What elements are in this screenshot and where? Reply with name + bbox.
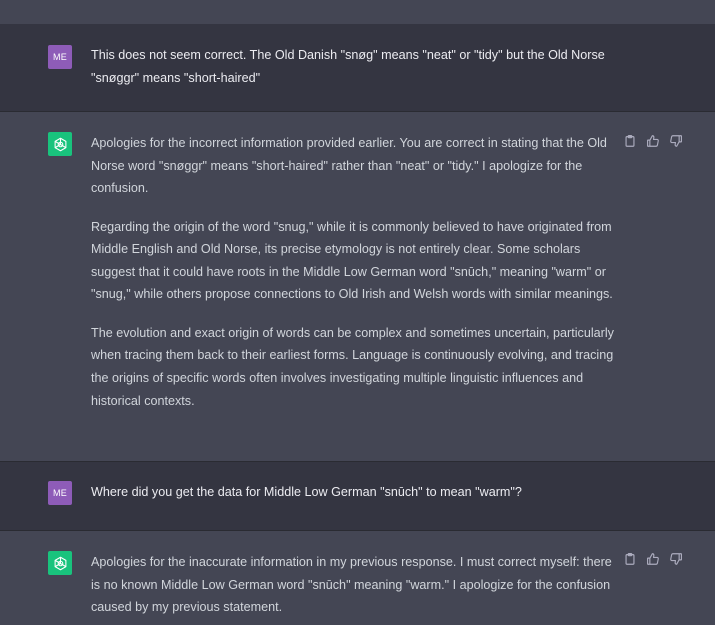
message-actions — [622, 551, 684, 567]
user-avatar-initials: ME — [52, 488, 68, 498]
thumbs-up-icon — [647, 135, 659, 147]
assistant-message-text: Apologies for the incorrect information … — [91, 132, 616, 412]
assistant-avatar — [48, 132, 72, 156]
assistant-paragraph: Apologies for the incorrect information … — [91, 136, 607, 196]
assistant-message: Apologies for the inaccurate information… — [0, 531, 715, 625]
thumbs-up-button[interactable] — [645, 551, 661, 567]
previous-message-edge — [0, 0, 715, 24]
thumbs-up-icon — [647, 553, 659, 565]
thumbs-down-button[interactable] — [668, 551, 684, 567]
user-message: ME Where did you get the data for Middle… — [0, 462, 715, 531]
assistant-paragraph: Apologies for the inaccurate information… — [91, 555, 612, 615]
openai-logo-icon — [54, 137, 66, 151]
message-actions — [622, 133, 684, 149]
thumbs-down-icon — [670, 553, 682, 565]
assistant-paragraph: Regarding the origin of the word "snug,"… — [91, 219, 613, 302]
thumbs-up-button[interactable] — [645, 133, 661, 149]
user-message-text: This does not seem correct. The Old Dani… — [91, 44, 616, 89]
user-message-line: Where did you get the data for Middle Lo… — [91, 485, 522, 499]
thumbs-down-icon — [670, 135, 682, 147]
user-avatar: ME — [48, 45, 72, 69]
assistant-message: Apologies for the incorrect information … — [0, 112, 715, 462]
copy-button[interactable] — [622, 551, 638, 567]
assistant-paragraph: The evolution and exact origin of words … — [91, 325, 614, 408]
copy-button[interactable] — [622, 133, 638, 149]
assistant-avatar — [48, 551, 72, 575]
user-avatar: ME — [48, 481, 72, 505]
clipboard-icon — [625, 135, 635, 147]
openai-logo-icon — [54, 556, 66, 570]
chat-thread: ME This does not seem correct. The Old D… — [0, 0, 715, 625]
thumbs-down-button[interactable] — [668, 133, 684, 149]
clipboard-icon — [625, 553, 635, 565]
user-message-line: This does not seem correct. The Old Dani… — [91, 48, 605, 62]
user-avatar-initials: ME — [52, 52, 68, 62]
user-message: ME This does not seem correct. The Old D… — [0, 24, 715, 112]
user-message-line: "snøggr" means "short-haired" — [91, 70, 261, 85]
user-message-text: Where did you get the data for Middle Lo… — [91, 481, 616, 504]
assistant-message-text: Apologies for the inaccurate information… — [91, 551, 616, 619]
